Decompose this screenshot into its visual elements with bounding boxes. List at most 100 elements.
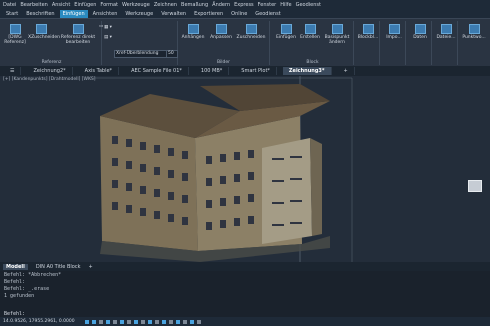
document-tab-1[interactable]: Axis Table*: [79, 67, 120, 75]
import-label: Impo...: [386, 35, 402, 40]
dateien-button[interactable]: Dateie...: [435, 24, 457, 40]
selection-cycling-icon[interactable]: [140, 319, 145, 324]
menu-item-4[interactable]: Format: [100, 2, 118, 8]
panel-blockbl: Blockbl...: [356, 21, 380, 65]
layer-icon: ▦ ▾: [104, 25, 112, 30]
cloud-icon: [468, 24, 480, 34]
import-icon: [388, 24, 400, 34]
image-icon: [187, 24, 199, 34]
menu-item-1[interactable]: Bearbeiten: [20, 2, 47, 8]
image-clip-button[interactable]: Zuschneiden: [236, 24, 266, 40]
units-icon[interactable]: [168, 319, 173, 324]
ribbon: [DWG Referenz] XZuschneiden Referenz dir…: [0, 18, 490, 66]
menu-item-8[interactable]: Ändern: [212, 2, 230, 8]
ribbon-tab-8[interactable]: Geodienst: [252, 10, 283, 18]
ortho-toggle-icon[interactable]: [98, 319, 103, 324]
import-button[interactable]: Impo...: [383, 24, 405, 40]
add-document-tab-button[interactable]: +: [338, 67, 355, 75]
panel-punktwolke: Punktwo...: [460, 21, 488, 65]
panel-title-block: Block: [306, 60, 319, 65]
hardware-acceleration-icon[interactable]: [182, 319, 187, 324]
punktwolke-label: Punktwo...: [462, 35, 486, 40]
image-attach-label: Anhängen: [181, 35, 205, 40]
cursor-coordinates: 14.0.9526, 17955.2961, 0.0000: [3, 319, 75, 324]
panel-import: Impo...: [382, 21, 406, 65]
grid-toggle-icon[interactable]: [84, 319, 89, 324]
basepoint-icon: [331, 24, 343, 34]
document-tab-0[interactable]: Zeichnung2*: [27, 67, 73, 75]
menu-item-10[interactable]: Fenster: [258, 2, 277, 8]
xclip-button[interactable]: XZuschneiden: [28, 24, 60, 40]
isolate-objects-icon[interactable]: [175, 319, 180, 324]
view-cube-icon[interactable]: [468, 180, 482, 192]
menu-item-7[interactable]: Bemaßung: [181, 2, 208, 8]
ribbon-tab-6[interactable]: Exportieren: [191, 10, 226, 18]
panel-title-bilder: Bilder: [216, 60, 231, 65]
document-tab-5[interactable]: Zeichnung3*: [282, 67, 332, 75]
document-tab-3[interactable]: 100 MB*: [195, 67, 230, 75]
adjust-icon: [215, 24, 227, 34]
otrack-toggle-icon[interactable]: [119, 319, 124, 324]
image-adjust-button[interactable]: Anpassen: [208, 24, 234, 40]
snap-toggle-icon[interactable]: [91, 319, 96, 324]
block-insert-button[interactable]: Einfügen: [274, 24, 298, 40]
polar-toggle-icon[interactable]: [105, 319, 110, 324]
command-history: Befehl: *Abbrechen* Befehl: Befehl: _.eras…: [0, 271, 490, 311]
transparency-toggle-icon[interactable]: [133, 319, 138, 324]
point-cloud-building: [90, 76, 353, 262]
ribbon-tab-4[interactable]: Werkzeuge: [122, 10, 156, 18]
edit-reference-button[interactable]: Referenz direkt bearbeiten: [60, 24, 96, 45]
image-adjust-label: Anpassen: [210, 35, 232, 40]
layout-tab-1[interactable]: DIN A0 Title Block: [36, 264, 81, 270]
workspace-icon[interactable]: [161, 319, 166, 324]
panel-referenz: [DWG Referenz] XZuschneiden Referenz dir…: [2, 21, 103, 65]
lineweight-toggle-icon[interactable]: [126, 319, 131, 324]
block-library-icon: [362, 24, 374, 34]
menu-item-9[interactable]: Express: [234, 2, 254, 8]
document-tab-2[interactable]: AEC Sample File 01*: [125, 67, 189, 75]
osnap-toggle-icon[interactable]: [112, 319, 117, 324]
image-attach-button[interactable]: Anhängen: [180, 24, 206, 40]
ribbon-tab-3[interactable]: Ansichten: [90, 10, 121, 18]
document-tab-4[interactable]: Smart Plot*: [235, 67, 277, 75]
dynamic-input-icon[interactable]: [147, 319, 152, 324]
menu-item-0[interactable]: Datei: [3, 2, 16, 8]
layout-tab-0[interactable]: Modell: [3, 263, 28, 270]
menu-item-3[interactable]: Einfügen: [74, 2, 96, 8]
daten-label: Daten: [413, 35, 427, 40]
dateien-label: Dateie...: [436, 35, 456, 40]
hamburger-menu-icon[interactable]: ☰: [4, 67, 22, 75]
menu-item-2[interactable]: Ansicht: [52, 2, 70, 8]
customize-icon[interactable]: [196, 319, 201, 324]
daten-button[interactable]: Daten: [409, 24, 431, 40]
menu-item-5[interactable]: Werkzeuge: [122, 2, 150, 8]
edit-reference-label: Referenz direkt bearbeiten: [60, 35, 96, 45]
drawing-viewport[interactable]: [+] [Kandenpunkts] [Drahtmodell] [WKS]: [0, 76, 490, 262]
menu-item-6[interactable]: Zeichnen: [154, 2, 177, 8]
blockbl-label: Blockbl...: [357, 35, 379, 40]
ribbon-tab-2[interactable]: Einfügen: [59, 10, 88, 18]
panel-bilder: Anhängen Anpassen Zuschneiden Bilder: [178, 21, 270, 65]
blockbl-button[interactable]: Blockbl...: [357, 24, 379, 40]
clean-screen-icon[interactable]: [189, 319, 194, 324]
layout-tab-bar: Modell DIN A0 Title Block +: [0, 262, 490, 271]
panel-dateien: Dateie...: [434, 21, 458, 65]
block-create-button[interactable]: Erstellen: [298, 24, 322, 40]
ribbon-tab-7[interactable]: Online: [228, 10, 250, 18]
annotation-scale-icon[interactable]: [154, 319, 159, 324]
menu-item-12[interactable]: Geodienst: [296, 2, 321, 8]
ribbon-tab-0[interactable]: Start: [3, 10, 21, 18]
ribbon-tab-1[interactable]: Beschriften: [23, 10, 57, 18]
punktwolke-button[interactable]: Punktwo...: [461, 24, 487, 40]
image-clip-icon: [245, 24, 257, 34]
xref-fade-value[interactable]: 50: [166, 50, 178, 58]
add-layout-tab-button[interactable]: +: [89, 264, 93, 270]
menu-item-11[interactable]: Hilfe: [280, 2, 291, 8]
ribbon-tab-5[interactable]: Verwalten: [158, 10, 189, 18]
dwg-reference-button[interactable]: [DWG Referenz]: [4, 24, 26, 45]
panel-title-referenz: Referenz: [41, 60, 62, 65]
block-insert-label: Einfügen: [276, 35, 296, 40]
block-basepoint-button[interactable]: Basispunkt ändern: [322, 24, 352, 45]
document-tab-bar: ☰ Zeichnung2* Axis Table* AEC Sample File …: [0, 66, 490, 76]
command-history-line-0: Befehl: *Abbrechen*: [4, 272, 62, 278]
